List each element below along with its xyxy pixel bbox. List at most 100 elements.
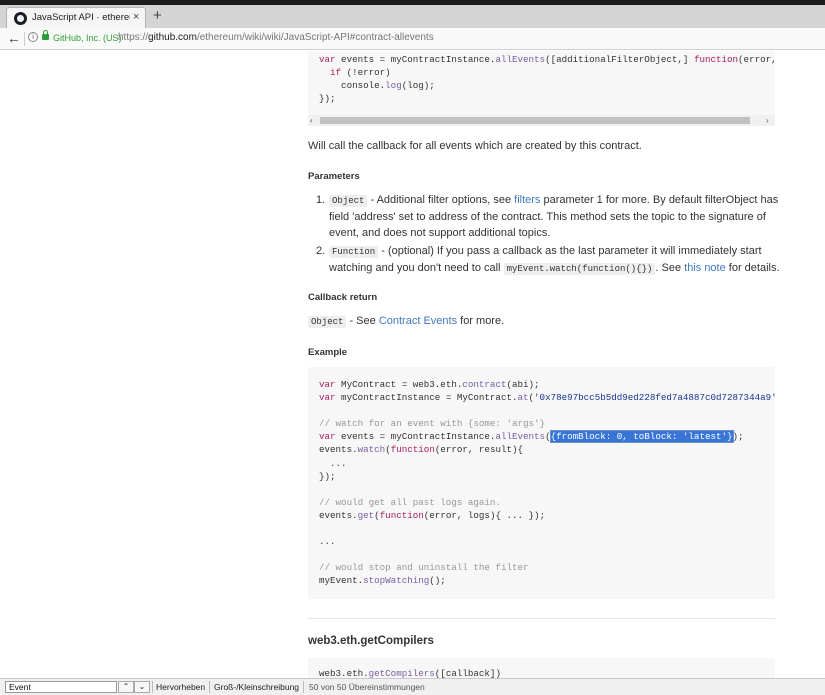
- code-token: getCompilers: [368, 668, 435, 678]
- text: for details.: [725, 262, 780, 274]
- match-case-toggle[interactable]: Groß-/Kleinschreibung: [214, 682, 299, 692]
- horizontal-scrollbar[interactable]: ‹ ›: [308, 115, 775, 126]
- text: - See: [346, 315, 379, 327]
- info-icon[interactable]: i: [28, 32, 38, 42]
- code-token: events.: [319, 509, 358, 521]
- code-token: events = myContractInstance.: [335, 431, 496, 443]
- scrollbar-thumb[interactable]: [320, 117, 750, 124]
- code-lines: var MyContract = web3.eth.contract(abi);…: [308, 367, 775, 588]
- highlight-all-toggle[interactable]: Hervorheben: [156, 682, 205, 692]
- find-input[interactable]: Event: [5, 681, 117, 693]
- code-token: ...: [319, 457, 347, 469]
- text: watching and you don't need to call: [329, 262, 504, 274]
- code-token: events = myContractInstance.: [335, 54, 496, 65]
- inline-code: Object: [329, 195, 368, 207]
- list-item: Object - Additional filter options, see …: [329, 192, 778, 241]
- match-count: 50 von 50 Übereinstimmungen: [309, 682, 425, 692]
- code-token: web3.eth.: [319, 668, 369, 678]
- scroll-left-icon[interactable]: ‹: [310, 115, 313, 126]
- code-token: stopWatching: [363, 575, 430, 587]
- inline-code: myEvent.watch(function(){}): [503, 263, 656, 275]
- code-token: var: [319, 54, 336, 65]
- code-token: // watch for an event with {some: 'args'…: [319, 418, 546, 430]
- code-token: var: [319, 431, 336, 443]
- code-token: log: [385, 80, 402, 92]
- code-token: (!error): [341, 67, 391, 79]
- address-bar[interactable]: https://github.com/ethereum/wiki/wiki/Ja…: [118, 32, 434, 43]
- navigation-bar: ← i GitHub, Inc. (US) https://github.com…: [0, 28, 825, 50]
- code-token: // would get all past logs again.: [319, 496, 501, 508]
- contract-events-link[interactable]: Contract Events: [379, 315, 457, 327]
- code-token: (error, result){: [434, 444, 524, 456]
- find-divider: [152, 681, 153, 693]
- tab-javascript-api[interactable]: JavaScript API · ethereum/... ×: [6, 7, 146, 28]
- code-token: (error, log: [738, 54, 775, 65]
- url-path: /ethereum/wiki/wiki/JavaScript-API#contr…: [196, 32, 434, 43]
- code-token: ([additionalFilterObject,]: [545, 54, 694, 65]
- search-highlight: {fromBlock: 0, toBlock: 'latest'}: [549, 430, 734, 444]
- code-token: (: [545, 431, 551, 443]
- code-block-example: var MyContract = web3.eth.contract(abi);…: [308, 367, 775, 599]
- code-block-getcompilers: web3.eth.getCompilers([callback]): [308, 658, 775, 678]
- code-token: if: [330, 67, 342, 79]
- section-divider: [308, 618, 775, 619]
- site-identity[interactable]: GitHub, Inc. (US): [53, 33, 122, 43]
- lock-icon[interactable]: [42, 30, 49, 40]
- url-scheme: https://: [118, 32, 149, 43]
- code-token: contract: [462, 379, 507, 390]
- list-item: Function - (optional) If you pass a call…: [329, 243, 780, 277]
- text: event, and does not support additional t…: [329, 227, 551, 239]
- code-token: // would stop and uninstall the filter: [319, 562, 529, 574]
- code-token: var: [319, 392, 336, 404]
- code-token: ([callback]): [434, 668, 501, 678]
- code-token: '0x78e97bcc5b5dd9ed228fed7a4887c0d728734…: [534, 392, 775, 404]
- text: parameter 1 for more. By default filterO…: [540, 194, 779, 206]
- text: - Additional filter options, see: [367, 194, 515, 206]
- callback-return-text: Object - See Contract Events for more.: [308, 315, 505, 328]
- filters-link[interactable]: filters: [514, 194, 540, 206]
- intro-text: Will call the callback for all events wh…: [308, 140, 642, 152]
- code-token: allEvents: [495, 54, 546, 65]
- tab-close-icon[interactable]: ×: [133, 11, 139, 23]
- code-token: (log);: [401, 80, 435, 92]
- find-bar: Event ⌃ ⌄ Hervorheben Groß-/Kleinschreib…: [0, 678, 825, 695]
- code-token: );: [732, 431, 744, 443]
- code-token: function: [693, 54, 739, 65]
- code-block-allevents: var events = myContractInstance.allEvent…: [308, 51, 775, 115]
- find-divider: [209, 681, 210, 693]
- text: field 'address' set to address of the co…: [329, 211, 766, 223]
- find-divider: [303, 681, 304, 693]
- page-content[interactable]: var events = myContractInstance.allEvent…: [0, 51, 825, 678]
- code-token: ();: [429, 575, 446, 587]
- code-token: var: [319, 379, 336, 390]
- text: for more.: [457, 315, 505, 327]
- url-host: github.com: [148, 32, 197, 43]
- this-note-link[interactable]: this note: [684, 262, 726, 274]
- code-token: allEvents: [495, 431, 546, 443]
- code-token: });: [319, 470, 336, 482]
- code-token: events.: [319, 444, 358, 456]
- back-button[interactable]: ←: [7, 30, 21, 46]
- inline-code: Object: [308, 316, 347, 328]
- text: - (optional) If you pass a callback as t…: [378, 245, 762, 257]
- find-next-button[interactable]: ⌄: [134, 681, 150, 693]
- code-token: (error, logs){ ... });: [423, 509, 546, 521]
- code-token: console.: [319, 80, 386, 92]
- list-number: 2.: [316, 245, 326, 257]
- callback-return-heading: Callback return: [308, 292, 378, 303]
- github-icon: [14, 12, 27, 25]
- new-tab-button[interactable]: +: [153, 8, 162, 24]
- scroll-right-icon[interactable]: ›: [766, 115, 769, 126]
- code-token: myEvent.: [319, 575, 364, 587]
- parameters-heading: Parameters: [308, 171, 360, 182]
- code-lines: var events = myContractInstance.allEvent…: [308, 51, 775, 105]
- example-heading: Example: [308, 347, 348, 358]
- code-token: function: [379, 509, 424, 521]
- tab-strip: JavaScript API · ethereum/... × +: [0, 5, 825, 28]
- find-previous-button[interactable]: ⌃: [118, 681, 134, 693]
- section-heading-getcompilers: web3.eth.getCompilers: [308, 635, 434, 647]
- code-token: (abi);: [506, 379, 540, 390]
- code-token: ...: [319, 536, 336, 548]
- list-number: 1.: [316, 194, 326, 206]
- code-token: function: [390, 444, 435, 456]
